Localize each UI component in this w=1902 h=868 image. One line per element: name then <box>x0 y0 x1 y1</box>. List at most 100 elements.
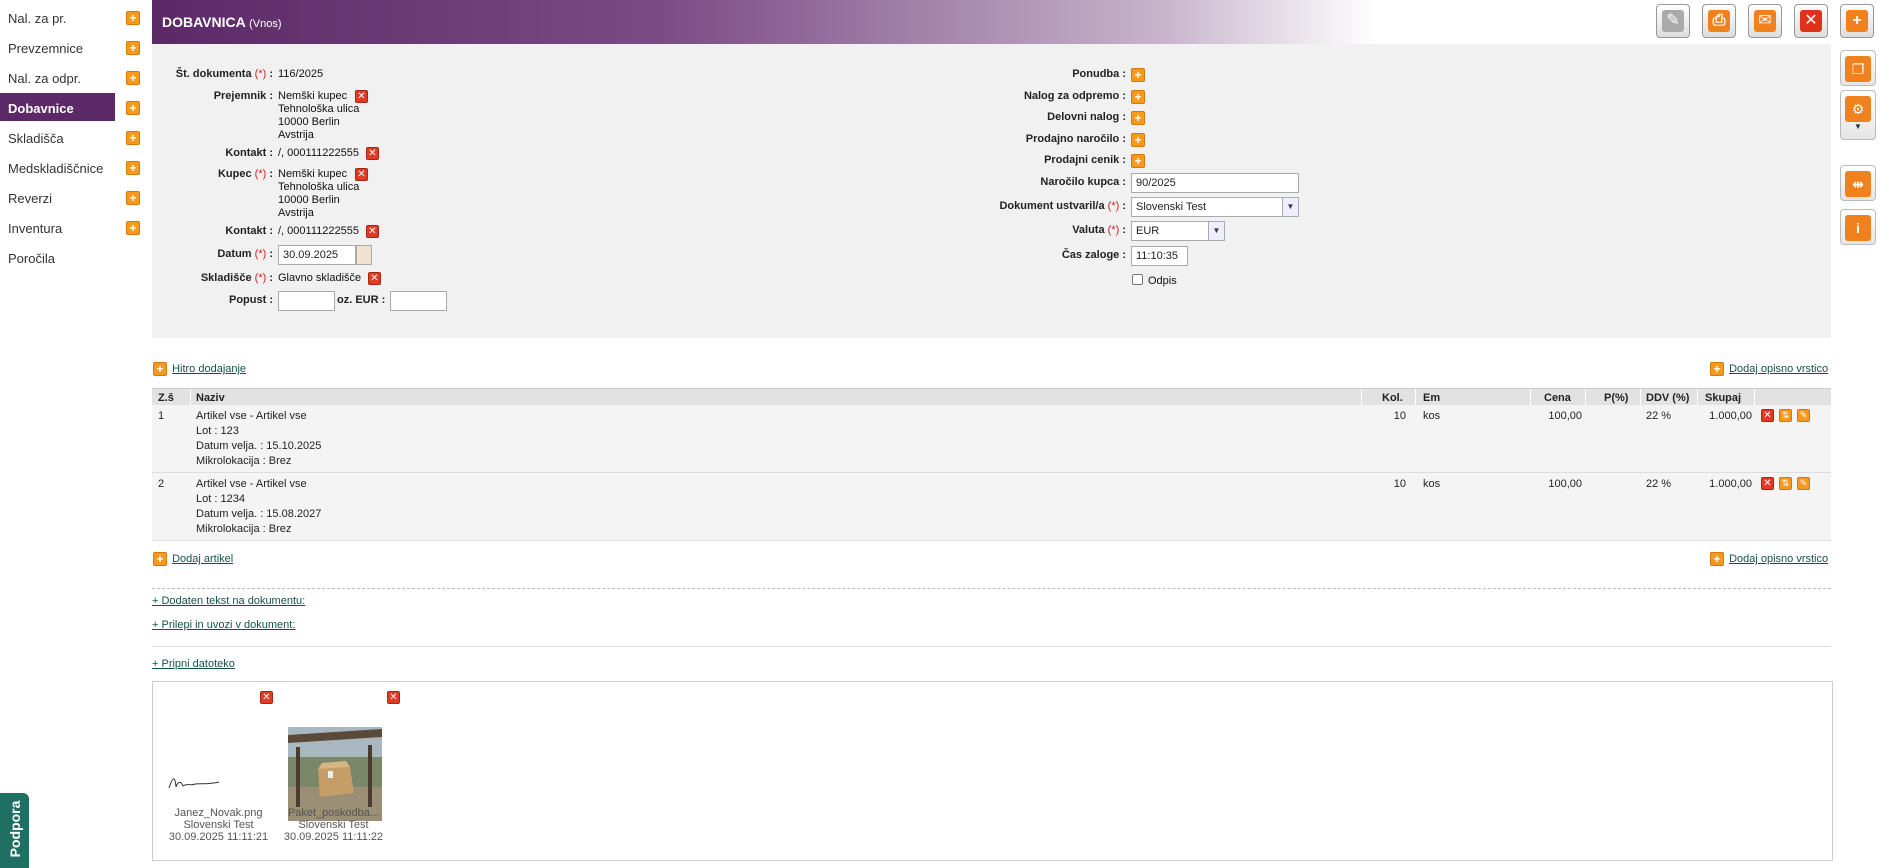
attachment-info: Janez_Novak.png Slovenski Test 30.09.202… <box>161 807 276 843</box>
remove-recipient-icon[interactable]: ✕ <box>355 90 368 103</box>
sidebar-item-inventura[interactable]: Inventura + <box>0 212 145 242</box>
add-icon[interactable]: + <box>126 41 140 55</box>
attachment-time: 30.09.2025 11:11:21 <box>168 831 269 843</box>
discount-input[interactable] <box>278 291 335 311</box>
sidebar-item-reverzi[interactable]: Reverzi + <box>0 182 145 212</box>
row-skupaj: 1.000,00 <box>1709 410 1752 422</box>
attachment-filename: Paket_poskodba... <box>287 807 380 819</box>
sidebar-item-label: Reverzi <box>8 191 53 206</box>
doc-number-label: Št. dokumenta (*) : <box>175 68 273 80</box>
support-tab[interactable]: Podpora <box>0 793 29 868</box>
attachment-user: Slovenski Test <box>183 819 254 831</box>
info-button[interactable]: i <box>1840 209 1876 245</box>
signature-image <box>168 778 220 789</box>
row-skupaj: 1.000,00 <box>1709 478 1752 490</box>
print-button[interactable]: ⎙ <box>1702 4 1736 38</box>
sidebar-item-prevzemnice[interactable]: Prevzemnice + <box>0 32 145 62</box>
add-icon[interactable]: + <box>126 71 140 85</box>
delete-row-icon[interactable]: ✕ <box>1761 409 1774 422</box>
sidebar-item-nal-za-pr[interactable]: Nal. za pr. + <box>0 2 145 32</box>
row-naziv: Artikel vse - Artikel vse Lot : 1234 Dat… <box>196 477 321 537</box>
col-em: Em <box>1423 392 1441 404</box>
add-offer-icon[interactable]: + <box>1131 68 1145 82</box>
row-em: kos <box>1423 410 1441 422</box>
writeoff-checkbox[interactable] <box>1132 274 1143 285</box>
add-dispatch-order-icon[interactable]: + <box>1131 90 1145 104</box>
warehouse-value: Glavno skladišče <box>278 272 362 284</box>
add-icon[interactable]: + <box>126 191 140 205</box>
edit-row-icon[interactable]: ✎ <box>1797 409 1810 422</box>
table-row[interactable]: 2 Artikel vse - Artikel vse Lot : 1234 D… <box>152 473 1831 541</box>
date-input[interactable]: 30.09.2025 <box>278 245 356 265</box>
sidebar-item-label: Dobavnice <box>8 101 74 116</box>
edit-button[interactable]: ✎ <box>1656 4 1690 38</box>
chevron-down-icon: ▼ <box>1282 198 1298 216</box>
recipient-name: Nemški kupec <box>278 90 348 102</box>
divider <box>152 646 1831 647</box>
created-by-select[interactable]: Slovenski Test ▼ <box>1131 197 1299 217</box>
remove-attachment-icon[interactable]: ✕ <box>260 691 273 704</box>
attach-file-link[interactable]: + Pripni datoteko <box>152 658 235 670</box>
paste-import-link[interactable]: + Prilepi in uvozi v dokument: <box>152 619 295 631</box>
label-text: Št. dokumenta <box>175 68 252 80</box>
add-work-order-icon[interactable]: + <box>1131 111 1145 125</box>
remove-contact-icon[interactable]: ✕ <box>366 147 379 160</box>
divider <box>1530 389 1531 406</box>
add-sales-order-icon[interactable]: + <box>1131 133 1145 147</box>
table-row[interactable]: 1 Artikel vse - Artikel vse Lot : 123 Da… <box>152 405 1831 473</box>
customer-order-input[interactable]: 90/2025 <box>1131 173 1299 193</box>
required-mark: (*) <box>254 248 267 260</box>
sidebar-item-porocila[interactable]: Poročila <box>0 242 145 272</box>
add-description-row-link-bottom[interactable]: + Dodaj opisno vrstico <box>1710 552 1828 566</box>
settings-button[interactable]: ⚙ ▼ <box>1840 90 1876 140</box>
stock-time-input[interactable]: 11:10:35 <box>1131 246 1188 266</box>
add-icon[interactable]: + <box>126 131 140 145</box>
currency-select[interactable]: EUR ▼ <box>1131 221 1225 241</box>
sidebar-item-skladisca[interactable]: Skladišča + <box>0 122 145 152</box>
quick-add-label: Hitro dodajanje <box>172 362 247 375</box>
close-button[interactable]: ✕ <box>1794 4 1828 38</box>
attachment-info: Paket_poskodba... Slovenski Test 30.09.2… <box>276 807 391 843</box>
add-icon[interactable]: + <box>126 221 140 235</box>
row-ddv: 22 % <box>1646 478 1672 490</box>
remove-buyer-icon[interactable]: ✕ <box>355 168 368 181</box>
added-text-link[interactable]: + Dodaten tekst na dokumentu: <box>152 595 305 607</box>
sidebar-item-label: Inventura <box>8 221 63 236</box>
remove-attachment-icon[interactable]: ✕ <box>387 691 400 704</box>
add-description-row-link[interactable]: + Dodaj opisno vrstico <box>1710 362 1828 376</box>
copy-button[interactable]: ❐ <box>1840 50 1876 86</box>
move-row-icon[interactable]: ⇅ <box>1779 477 1792 490</box>
discount-eur-input[interactable] <box>390 291 447 311</box>
mail-button[interactable]: ✉ <box>1748 4 1782 38</box>
delete-row-icon[interactable]: ✕ <box>1761 477 1774 490</box>
required-mark: (*) <box>254 168 267 180</box>
required-mark: (*) <box>254 68 267 80</box>
calendar-icon[interactable] <box>356 245 372 265</box>
col-naziv: Naziv <box>196 392 225 404</box>
add-price-list-icon[interactable]: + <box>1131 154 1145 168</box>
sidebar-item-nal-za-odpr[interactable]: Nal. za odpr. + <box>0 62 145 92</box>
signature-thumbnail[interactable] <box>165 772 225 794</box>
add-icon[interactable]: + <box>126 161 140 175</box>
add-icon: + <box>1710 552 1724 566</box>
edit-row-icon[interactable]: ✎ <box>1797 477 1810 490</box>
created-by-value: Slovenski Test <box>1136 201 1207 213</box>
required-mark: (*) <box>1107 200 1120 212</box>
add-article-link[interactable]: + Dodaj artikel <box>153 552 233 566</box>
sidebar-item-medskladiscnice[interactable]: Medskladiščnice + <box>0 152 145 182</box>
row-cena: 100,00 <box>1548 410 1582 422</box>
add-icon[interactable]: + <box>126 101 140 115</box>
remove-contact2-icon[interactable]: ✕ <box>366 225 379 238</box>
date-label: Datum (*) : <box>217 248 273 260</box>
row-zs: 1 <box>158 410 165 422</box>
add-icon[interactable]: + <box>126 11 140 25</box>
sidebar-item-dobavnice[interactable]: Dobavnice + <box>0 92 145 122</box>
move-row-icon[interactable]: ⇅ <box>1779 409 1792 422</box>
attachments-panel: ✕ Janez_Novak.png Slovenski Test 30.09.2… <box>152 681 1833 861</box>
doc-number-value: 116/2025 <box>278 68 324 80</box>
split-button[interactable]: ⇹ <box>1840 165 1876 201</box>
quick-add-link[interactable]: + Hitro dodajanje <box>153 362 246 376</box>
add-new-button[interactable]: + <box>1840 4 1874 38</box>
remove-warehouse-icon[interactable]: ✕ <box>368 272 381 285</box>
buyer-address: Nemški kupec Tehnološka ulica 10000 Berl… <box>278 168 359 220</box>
